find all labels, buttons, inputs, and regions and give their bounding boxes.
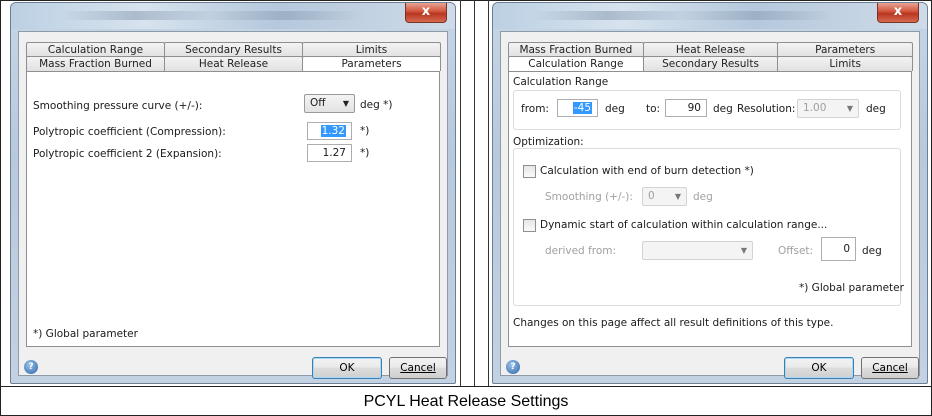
resolution-label: Resolution: — [737, 103, 796, 115]
title-bar — [11, 3, 455, 29]
cancel-button[interactable]: Cancel — [389, 357, 447, 379]
close-icon: x — [893, 4, 903, 19]
tab-calculation-range[interactable]: Calculation Range — [508, 56, 644, 71]
tab-secondary-results[interactable]: Secondary Results — [642, 56, 779, 71]
cancel-button[interactable]: Cancel — [861, 357, 919, 379]
tab-mass-fraction-burned[interactable]: Mass Fraction Burned — [26, 56, 165, 71]
help-icon[interactable]: ? — [24, 360, 38, 374]
dynamic-start-label: Dynamic start of calculation within calc… — [540, 219, 828, 231]
to-label: to: — [646, 103, 661, 115]
tab-heat-release[interactable]: Heat Release — [164, 56, 303, 71]
resolution-value: 1.00 — [803, 102, 827, 114]
tab-heat-release[interactable]: Heat Release — [642, 42, 779, 57]
chevron-down-icon: ▼ — [740, 246, 747, 255]
ok-button[interactable]: OK — [312, 357, 382, 379]
close-icon: x — [421, 4, 431, 19]
offset-unit: deg — [862, 245, 882, 257]
title-bar — [493, 3, 927, 29]
tab-row-back: Calculation Range Secondary Results Limi… — [26, 42, 441, 57]
from-label: from: — [521, 103, 549, 115]
eob-smoothing-value: 0 — [648, 190, 655, 202]
tab-row-back: Mass Fraction Burned Heat Release Parame… — [508, 42, 914, 57]
tab-page-calculation-range: Calculation Range from: -45 deg to: 90 d… — [508, 71, 912, 347]
to-value: 90 — [687, 102, 701, 114]
help-icon[interactable]: ? — [506, 360, 520, 374]
poly-compression-marker: *) — [360, 125, 370, 137]
blurred-title — [61, 11, 361, 20]
derived-from-select[interactable]: ▼ — [642, 241, 753, 260]
cancel-label: Cancel — [400, 362, 436, 374]
poly-compression-input[interactable]: 1.32 — [307, 122, 352, 140]
close-button[interactable]: x — [405, 3, 447, 23]
end-of-burn-checkbox[interactable] — [523, 165, 536, 178]
poly-expansion-label: Polytropic coefficient 2 (Expansion): — [33, 148, 222, 160]
smoothing-unit: deg *) — [360, 99, 393, 111]
tab-row-front: Calculation Range Secondary Results Limi… — [508, 56, 914, 71]
ok-button[interactable]: OK — [784, 357, 854, 379]
blurred-title — [533, 11, 833, 20]
tab-row-front: Mass Fraction Burned Heat Release Parame… — [26, 56, 441, 71]
resolution-select[interactable]: 1.00 ▼ — [797, 99, 859, 118]
cancel-label: Cancel — [872, 362, 908, 374]
tab-page-parameters: Smoothing pressure curve (+/-): Off ▼ de… — [26, 71, 440, 347]
divider — [488, 0, 489, 386]
optimization-group-title: Optimization: — [513, 136, 584, 148]
chevron-down-icon: ▼ — [674, 192, 681, 201]
divider — [474, 0, 475, 386]
tab-calculation-range[interactable]: Calculation Range — [26, 42, 165, 57]
end-of-burn-label: Calculation with end of burn detection *… — [540, 165, 754, 177]
dynamic-start-checkbox[interactable] — [523, 219, 536, 232]
tab-limits[interactable]: Limits — [777, 56, 914, 71]
derived-from-label: derived from: — [545, 245, 617, 257]
smoothing-label: Smoothing pressure curve (+/-): — [33, 100, 203, 112]
tab-secondary-results[interactable]: Secondary Results — [164, 42, 303, 57]
offset-label: Offset: — [778, 245, 814, 257]
from-value: -45 — [572, 102, 592, 114]
figure-caption: PCYL Heat Release Settings — [363, 393, 569, 410]
poly-expansion-marker: *) — [360, 147, 370, 159]
dialog-client: Mass Fraction Burned Heat Release Parame… — [500, 31, 920, 379]
global-parameter-note: *) Global parameter — [33, 328, 138, 340]
tab-mass-fraction-burned[interactable]: Mass Fraction Burned — [508, 42, 644, 57]
dialog-client: Calculation Range Secondary Results Limi… — [18, 31, 448, 379]
eob-smoothing-select[interactable]: 0 ▼ — [642, 187, 687, 206]
poly-expansion-value: 1.27 — [322, 147, 346, 159]
to-unit: deg — [713, 103, 733, 115]
poly-expansion-input[interactable]: 1.27 — [307, 144, 352, 162]
poly-compression-label: Polytropic coefficient (Compression): — [33, 126, 226, 138]
tab-parameters[interactable]: Parameters — [777, 42, 914, 57]
global-parameter-note: *) Global parameter — [799, 282, 904, 294]
offset-value: 0 — [843, 243, 850, 255]
left-dialog: x Calculation Range Secondary Results Li… — [10, 2, 456, 384]
chevron-down-icon: ▼ — [846, 104, 853, 113]
chevron-down-icon: ▼ — [342, 99, 349, 108]
divider — [460, 0, 461, 386]
resolution-unit: deg — [866, 103, 886, 115]
tab-limits[interactable]: Limits — [302, 42, 441, 57]
eob-smoothing-label: Smoothing (+/-): — [545, 191, 633, 203]
from-unit: deg — [605, 103, 625, 115]
changes-note: Changes on this page affect all result d… — [513, 317, 834, 329]
close-button[interactable]: x — [877, 3, 919, 23]
tab-parameters[interactable]: Parameters — [302, 56, 441, 71]
smoothing-value: Off — [310, 97, 326, 109]
from-input[interactable]: -45 — [557, 99, 598, 117]
smoothing-select[interactable]: Off ▼ — [304, 94, 355, 113]
to-input[interactable]: 90 — [665, 99, 707, 117]
poly-compression-value: 1.32 — [320, 125, 346, 137]
right-dialog: x Mass Fraction Burned Heat Release Para… — [492, 2, 928, 384]
calc-range-group-title: Calculation Range — [513, 76, 609, 88]
eob-smoothing-unit: deg — [693, 191, 713, 203]
offset-input[interactable]: 0 — [821, 237, 856, 261]
